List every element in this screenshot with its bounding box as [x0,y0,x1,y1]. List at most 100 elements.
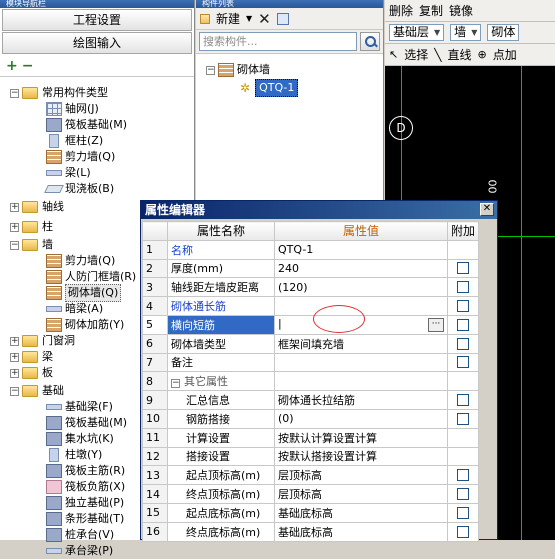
expand-toggle-icon[interactable]: + [10,222,19,232]
ellipsis-button[interactable]: ··· [428,318,444,333]
property-row[interactable]: 6 砌体墙类型 框架间填充墙 [142,333,480,354]
extra-checkbox[interactable] [457,469,469,482]
tree-item-21[interactable]: 集水坑(K) [46,431,114,447]
delete-toolbar-button[interactable]: 删除 [389,2,413,19]
property-row[interactable]: 13 起点顶标高(m) 层顶标高 [142,465,480,486]
extra-checkbox[interactable] [457,488,469,501]
extra-checkbox[interactable] [457,525,469,538]
extra-checkbox[interactable] [457,262,469,275]
tree-item-3[interactable]: 框柱(Z) [46,133,103,149]
tree-item-14[interactable]: 砌体加筋(Y) [46,317,124,333]
property-value-cell[interactable]: 砌体通长拉结筋 [274,390,448,410]
property-row[interactable]: 11 计算设置 按默认计算设置计算 [142,427,480,448]
expand-toggle-icon[interactable]: + [10,336,19,346]
extra-checkbox[interactable] [457,356,469,369]
line-button[interactable]: 直线 [447,46,471,63]
property-row[interactable]: 14 终点顶标高(m) 层顶标高 [142,484,480,504]
point-button[interactable]: 点加 [493,46,517,63]
extra-checkbox[interactable] [457,506,469,519]
search-icon[interactable] [360,32,380,51]
delete-icon[interactable]: ✕ [258,10,271,28]
property-row[interactable]: 3 轴线距左墙皮距离 (120) [142,277,480,298]
collapse-toggle-icon[interactable]: − [10,386,19,396]
property-row[interactable]: 7 备注 [142,352,480,373]
tree-item-19[interactable]: 基础梁(F) [46,399,113,415]
new-dropdown-icon[interactable]: ▼ [246,14,252,23]
extra-checkbox[interactable] [457,300,469,313]
collapse-all-icon[interactable]: − [22,58,34,74]
list-tree-item[interactable]: ✲ QTQ-1 [240,79,299,97]
tree-group-8[interactable]: + 柱 [10,219,53,235]
property-value-cell[interactable]: 层顶标高 [274,484,448,504]
property-row[interactable]: 5 横向短筋 | ··· [142,314,480,335]
tree-item-28[interactable]: 承台梁(P) [46,543,113,559]
collapse-toggle-icon[interactable]: − [10,88,19,98]
tree-item-2[interactable]: 筏板基础(M) [46,117,127,133]
property-row[interactable]: 9 汇总信息 砌体通长拉结筋 [142,390,480,410]
tree-item-24[interactable]: 筏板负筋(X) [46,479,125,495]
property-value-cell[interactable]: 基础底标高 [274,502,448,523]
expand-all-icon[interactable]: + [6,58,18,74]
tree-group-16[interactable]: + 梁 [10,349,53,365]
copy-icon[interactable] [276,12,289,25]
property-value-cell[interactable] [274,371,448,392]
draw-input-button[interactable]: 绘图输入 [2,32,192,54]
expand-toggle-icon[interactable]: + [10,352,19,362]
property-value-cell[interactable]: (120) [274,277,448,298]
property-row[interactable]: 15 起点底标高(m) 基础底标高 [142,502,480,523]
group-collapse-icon[interactable]: − [171,379,180,389]
tree-item-10[interactable]: 剪力墙(Q) [46,253,115,269]
expand-toggle-icon[interactable]: + [10,368,19,378]
property-row[interactable]: 12 搭接设置 按默认搭接设置计算 [142,446,480,467]
property-value-cell[interactable]: 基础底标高 [274,521,448,542]
tree-item-11[interactable]: 人防门框墙(R) [46,269,136,285]
tree-item-6[interactable]: 现浇板(B) [44,181,114,197]
type-select[interactable]: 墙 ▼ [450,24,482,41]
extra-checkbox[interactable] [457,318,469,331]
copy-toolbar-button[interactable]: 复制 [419,2,443,19]
select-button[interactable]: 选择 [404,46,428,63]
tree-group-17[interactable]: + 板 [10,365,53,381]
property-row[interactable]: 1 名称 QTQ-1 [142,239,480,260]
collapse-toggle-icon[interactable]: − [206,65,215,75]
property-value-cell[interactable]: 按默认搭接设置计算 [274,446,448,467]
property-value-cell[interactable] [274,352,448,373]
list-tree-group[interactable]: − 砌体墙 [206,62,270,78]
property-row[interactable]: 8− 其它属性 [142,371,480,392]
component-select[interactable]: 砌体 [487,24,520,41]
tree-item-25[interactable]: 独立基础(P) [46,495,124,511]
project-settings-button[interactable]: 工程设置 [2,9,192,31]
extra-checkbox[interactable] [457,337,469,350]
close-icon[interactable]: ✕ [480,203,494,216]
tree-group-15[interactable]: + 门窗洞 [10,333,75,349]
tree-item-23[interactable]: 筏板主筋(R) [46,463,125,479]
tree-item-22[interactable]: 柱墩(Y) [46,447,102,463]
collapse-toggle-icon[interactable]: − [10,240,19,250]
property-row[interactable]: 16 终点底标高(m) 基础底标高 [142,521,480,542]
tree-item-13[interactable]: 暗梁(A) [46,301,103,317]
tree-group-0[interactable]: − 常用构件类型 [10,85,108,101]
tree-item-26[interactable]: 条形基础(T) [46,511,124,527]
new-button[interactable]: 新建 [216,10,240,27]
tree-item-4[interactable]: 剪力墙(Q) [46,149,115,165]
tree-group-7[interactable]: + 轴线 [10,199,64,215]
tree-group-9[interactable]: − 墙 [10,237,53,253]
extra-checkbox[interactable] [457,394,469,407]
property-value-cell[interactable]: 层顶标高 [274,465,448,486]
tree-item-12[interactable]: 砌体墙(Q) [46,284,122,302]
property-row[interactable]: 10 钢筋搭接 (0) [142,408,480,429]
tree-group-18[interactable]: − 基础 [10,383,64,399]
tree-item-20[interactable]: 筏板基础(M) [46,415,127,431]
property-value-cell[interactable]: 框架间填充墙 [274,333,448,354]
property-value-cell[interactable]: 按默认计算设置计算 [274,427,448,448]
property-value-cell[interactable]: QTQ-1 [274,239,448,260]
tree-item-5[interactable]: 梁(L) [46,165,91,181]
search-input[interactable] [199,32,357,51]
layer-select[interactable]: 基础层 ▼ [389,24,445,41]
mirror-toolbar-button[interactable]: 镜像 [449,2,473,19]
property-value-cell[interactable]: 240 [274,258,448,279]
property-row[interactable]: 2 厚度(mm) 240 [142,258,480,279]
extra-checkbox[interactable] [457,412,469,425]
extra-checkbox[interactable] [457,281,469,294]
tree-item-27[interactable]: 桩承台(V) [46,527,114,543]
